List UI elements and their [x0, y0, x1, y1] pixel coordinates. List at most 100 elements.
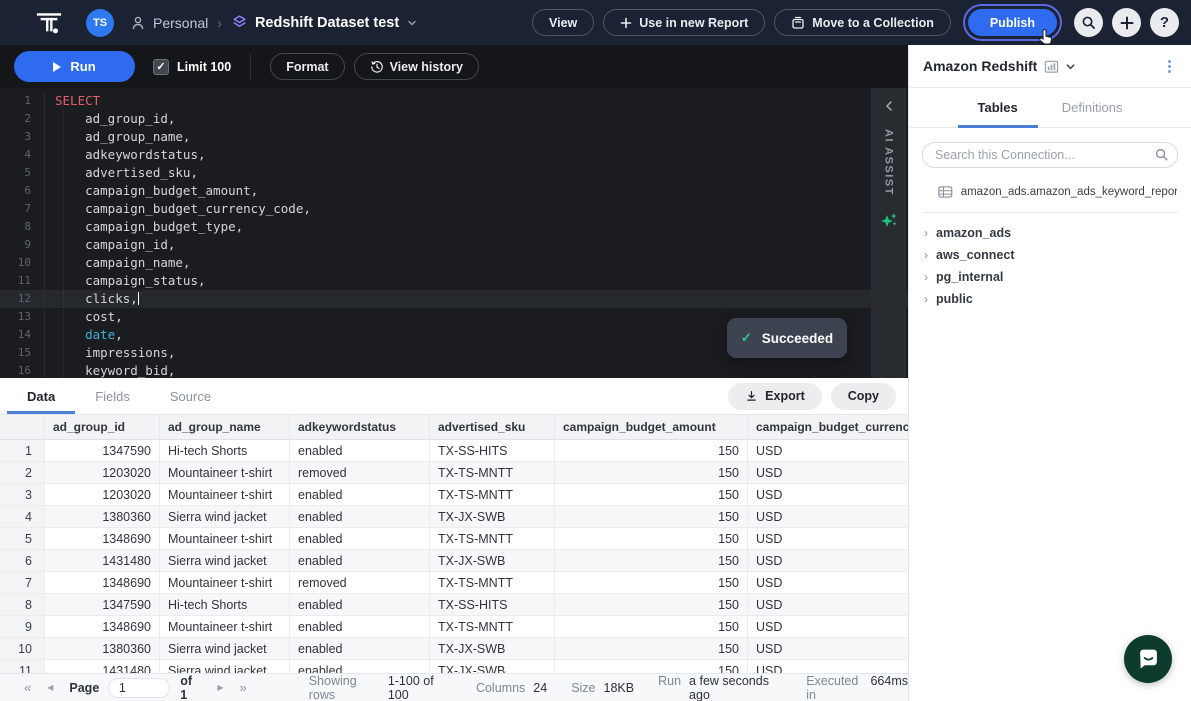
move-to-collection-button[interactable]: Move to a Collection [774, 9, 951, 36]
table-cell[interactable]: Hi-tech Shorts [160, 594, 290, 615]
table-cell[interactable]: Mountaineer t-shirt [160, 616, 290, 637]
editor-line-4[interactable]: 4 adkeywordstatus, [0, 146, 908, 164]
format-button[interactable]: Format [270, 53, 344, 80]
table-cell[interactable]: 150 [555, 638, 748, 659]
table-cell[interactable]: TX-JX-SWB [430, 550, 555, 571]
next-page-button[interactable]: ▶ [217, 683, 223, 692]
table-cell[interactable]: 1380360 [45, 638, 160, 659]
connection-menu-button[interactable]: ⋮ [1162, 59, 1177, 74]
table-cell[interactable]: 150 [555, 616, 748, 637]
table-cell[interactable]: USD [748, 506, 908, 527]
ai-assist-panel[interactable]: AI ASSIST [871, 88, 906, 378]
schema-item-pg_internal[interactable]: ›pg_internal [909, 266, 1191, 288]
table-cell[interactable]: enabled [290, 528, 430, 549]
table-cell[interactable]: TX-TS-MNTT [430, 462, 555, 483]
table-cell[interactable]: 1347590 [45, 440, 160, 461]
table-row[interactable]: 31203020Mountaineer t-shirtenabledTX-TS-… [0, 484, 908, 506]
table-cell[interactable]: Hi-tech Shorts [160, 440, 290, 461]
sql-editor[interactable]: 1SELECT2 ad_group_id,3 ad_group_name,4 a… [0, 88, 908, 378]
table-cell[interactable]: 1203020 [45, 462, 160, 483]
grid-header-ad-group-id[interactable]: ad_group_id [45, 415, 160, 439]
table-cell[interactable]: 1380360 [45, 506, 160, 527]
table-cell[interactable]: enabled [290, 484, 430, 505]
avatar[interactable]: TS [86, 9, 114, 37]
help-button[interactable]: ? [1150, 8, 1179, 37]
schema-item-aws_connect[interactable]: ›aws_connect [909, 244, 1191, 266]
table-cell[interactable]: TX-JX-SWB [430, 506, 555, 527]
connection-name[interactable]: Amazon Redshift [923, 58, 1037, 74]
table-row[interactable]: 81347590Hi-tech ShortsenabledTX-SS-HITS1… [0, 594, 908, 616]
table-row[interactable]: 101380360Sierra wind jacketenabledTX-JX-… [0, 638, 908, 660]
limit-checkbox[interactable]: ✓ [153, 59, 169, 75]
editor-line-11[interactable]: 11 campaign_status, [0, 272, 908, 290]
table-cell[interactable]: USD [748, 440, 908, 461]
tab-data[interactable]: Data [7, 378, 75, 414]
table-cell[interactable]: TX-JX-SWB [430, 638, 555, 659]
table-cell[interactable]: TX-SS-HITS [430, 594, 555, 615]
grid-header-campaign-budget-amount[interactable]: campaign_budget_amount [555, 415, 748, 439]
table-cell[interactable]: USD [748, 594, 908, 615]
schema-item-public[interactable]: ›public [909, 288, 1191, 310]
table-cell[interactable]: USD [748, 638, 908, 659]
editor-line-16[interactable]: 16 keyword_bid, [0, 362, 908, 378]
app-logo-icon[interactable] [36, 10, 62, 36]
table-cell[interactable]: TX-TS-MNTT [430, 484, 555, 505]
table-cell[interactable]: USD [748, 462, 908, 483]
breadcrumb-personal[interactable]: Personal [153, 15, 208, 31]
editor-line-1[interactable]: 1SELECT [0, 92, 908, 110]
grid-header-campaign-budget-currency-code[interactable]: campaign_budget_currency_code [748, 415, 908, 439]
table-cell[interactable]: Sierra wind jacket [160, 506, 290, 527]
chevron-left-icon[interactable] [883, 99, 895, 113]
editor-line-3[interactable]: 3 ad_group_name, [0, 128, 908, 146]
editor-line-7[interactable]: 7 campaign_budget_currency_code, [0, 200, 908, 218]
editor-line-8[interactable]: 8 campaign_budget_type, [0, 218, 908, 236]
table-cell[interactable]: TX-TS-MNTT [430, 572, 555, 593]
table-cell[interactable]: 1348690 [45, 528, 160, 549]
chevron-down-icon[interactable] [1065, 61, 1076, 72]
table-cell[interactable]: 1203020 [45, 484, 160, 505]
new-item-button[interactable] [1112, 8, 1141, 37]
use-in-new-report-button[interactable]: Use in new Report [603, 9, 765, 36]
table-cell[interactable]: Sierra wind jacket [160, 660, 290, 673]
view-history-button[interactable]: View history [354, 53, 479, 80]
schema-item-amazon_ads[interactable]: ›amazon_ads [909, 222, 1191, 244]
chevron-down-icon[interactable] [406, 17, 418, 29]
last-page-button[interactable]: » [239, 680, 246, 695]
editor-line-9[interactable]: 9 campaign_id, [0, 236, 908, 254]
table-cell[interactable]: USD [748, 484, 908, 505]
table-cell[interactable]: 150 [555, 550, 748, 571]
table-cell[interactable]: enabled [290, 440, 430, 461]
page-input[interactable] [108, 678, 170, 698]
table-cell[interactable]: 150 [555, 484, 748, 505]
table-cell[interactable]: USD [748, 616, 908, 637]
table-cell[interactable]: Sierra wind jacket [160, 638, 290, 659]
search-button[interactable] [1074, 8, 1103, 37]
table-cell[interactable]: USD [748, 528, 908, 549]
grid-header-ad-group-name[interactable]: ad_group_name [160, 415, 290, 439]
table-cell[interactable]: TX-SS-HITS [430, 440, 555, 461]
view-button[interactable]: View [532, 9, 594, 36]
table-cell[interactable]: enabled [290, 638, 430, 659]
table-cell[interactable]: 150 [555, 462, 748, 483]
prev-page-button[interactable]: ◀ [47, 683, 53, 692]
table-cell[interactable]: 150 [555, 660, 748, 673]
table-row[interactable]: 61431480Sierra wind jacketenabledTX-JX-S… [0, 550, 908, 572]
table-cell[interactable]: TX-JX-SWB [430, 660, 555, 673]
table-row[interactable]: 91348690Mountaineer t-shirtenabledTX-TS-… [0, 616, 908, 638]
editor-line-5[interactable]: 5 advertised_sku, [0, 164, 908, 182]
table-cell[interactable]: enabled [290, 550, 430, 571]
table-cell[interactable]: 150 [555, 528, 748, 549]
table-cell[interactable]: TX-TS-MNTT [430, 528, 555, 549]
editor-line-10[interactable]: 10 campaign_name, [0, 254, 908, 272]
table-cell[interactable]: USD [748, 550, 908, 571]
tab-definitions[interactable]: Definitions [1042, 88, 1143, 127]
editor-line-6[interactable]: 6 campaign_budget_amount, [0, 182, 908, 200]
table-cell[interactable]: removed [290, 572, 430, 593]
table-row[interactable]: 41380360Sierra wind jacketenabledTX-JX-S… [0, 506, 908, 528]
table-cell[interactable]: Mountaineer t-shirt [160, 572, 290, 593]
table-row[interactable]: 71348690Mountaineer t-shirtremovedTX-TS-… [0, 572, 908, 594]
table-cell[interactable]: 150 [555, 440, 748, 461]
grid-header-advertised-sku[interactable]: advertised_sku [430, 415, 555, 439]
table-cell[interactable]: enabled [290, 506, 430, 527]
table-row[interactable]: 11347590Hi-tech ShortsenabledTX-SS-HITS1… [0, 440, 908, 462]
